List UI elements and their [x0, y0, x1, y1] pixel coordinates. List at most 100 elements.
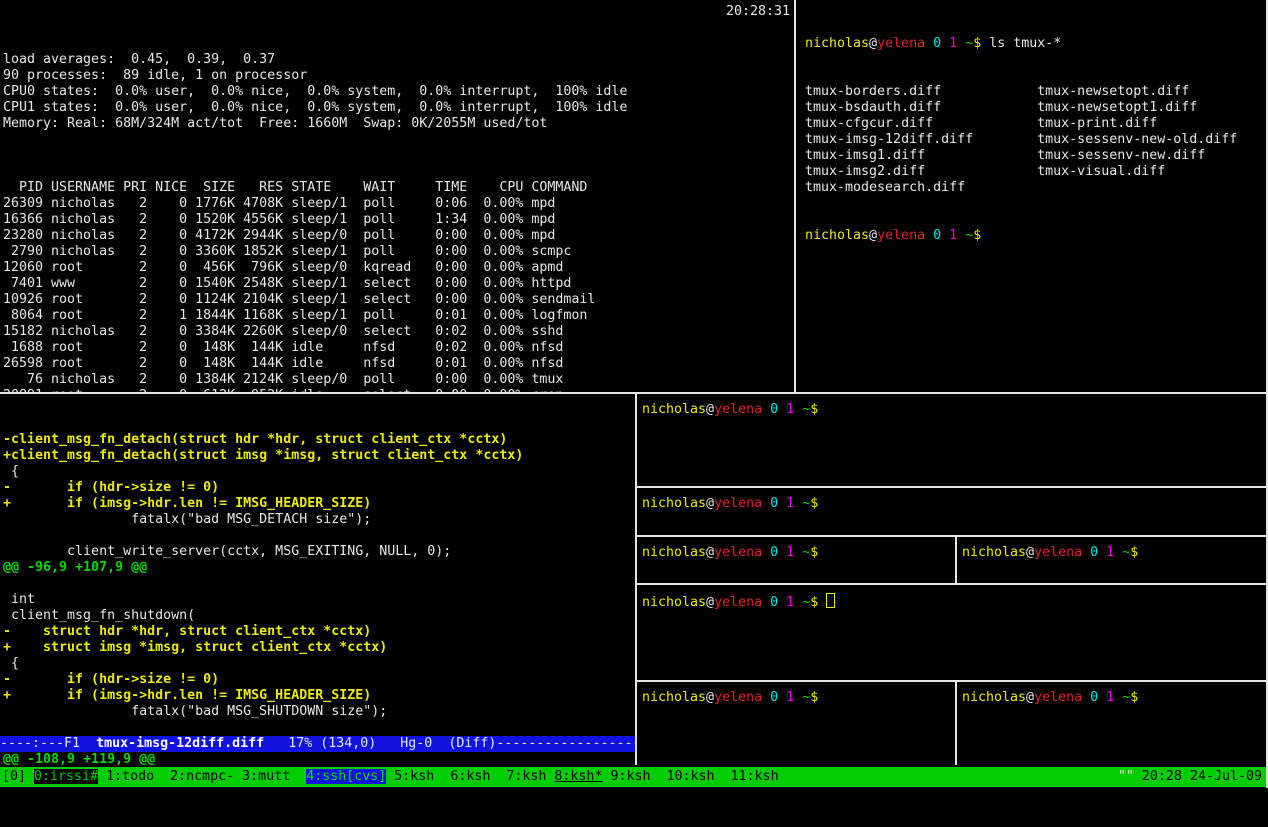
- diff-line-add: + if (imsg->hdr.len != IMSG_HEADER_SIZE): [3, 688, 635, 704]
- at-sign: @: [1026, 690, 1034, 705]
- diff-line-hunk: @@ -108,9 +119,9 @@: [3, 752, 635, 765]
- prompt-history: 1: [786, 690, 794, 705]
- diff-line-del: - struct hdr *hdr, struct client_ctx *cc…: [3, 624, 635, 640]
- window-entry[interactable]: 9:ksh 10:ksh 11:ksh: [602, 769, 778, 784]
- prompt-symbol: $: [810, 402, 818, 417]
- diff-line-blank: [3, 528, 635, 544]
- shell-prompt: nicholas@yelena 0 1 ~$ ls tmux-*: [805, 36, 1061, 51]
- prompt-symbol: $: [810, 690, 818, 705]
- pane-border-right-h2: [637, 535, 1268, 537]
- prompt-cwd: ~: [802, 545, 810, 560]
- prompt-history: 1: [786, 496, 794, 511]
- status-clock-date: 20:28 24-Jul-09: [1134, 769, 1262, 784]
- prompt-history: 1: [949, 36, 957, 51]
- window-entry[interactable]: [0]: [2, 769, 34, 784]
- prompt-symbol: $: [810, 496, 818, 511]
- pane-shell-2[interactable]: nicholas@yelena 0 1 ~$: [637, 488, 1266, 535]
- window-list[interactable]: [0] 0:irssi# 1:todo 2:ncmpc- 3:mutt 4:ss…: [2, 767, 779, 787]
- prompt-history: 1: [786, 595, 794, 610]
- window-entry[interactable]: 5:ksh 6:ksh 7:ksh: [386, 769, 554, 784]
- pane-border-bottom-vertical: [635, 394, 637, 765]
- diff-line-ctx: fatalx("bad MSG_SHUTDOWN size");: [3, 704, 635, 720]
- pane-process-monitor[interactable]: 20:28:31 load averages: 0.45, 0.39, 0.37…: [0, 0, 794, 392]
- prompt-cwd: ~: [1122, 690, 1130, 705]
- prompt-user: nicholas: [962, 690, 1026, 705]
- prompt-history: 1: [1106, 545, 1114, 560]
- diff-line-ctx: fatalx("bad MSG_DETACH size");: [3, 512, 635, 528]
- diff-line-blank: [3, 576, 635, 592]
- ls-output: tmux-borders.diff tmux-newsetopt.diff tm…: [805, 84, 1266, 196]
- prompt-jobs: 0: [1090, 545, 1098, 560]
- status-right: "" 20:28 24-Jul-09: [1118, 767, 1262, 787]
- diff-line-add: +client_msg_fn_detach(struct imsg *imsg,…: [3, 448, 635, 464]
- terminal-cursor: [826, 593, 835, 608]
- at-sign: @: [706, 496, 714, 511]
- prompt-host: yelena: [714, 595, 762, 610]
- diff-line-del: - if (hdr->size != 0): [3, 672, 635, 688]
- prompt-jobs: 0: [770, 545, 778, 560]
- pane-shell-3[interactable]: nicholas@yelena 0 1 ~$: [637, 537, 955, 583]
- at-sign: @: [869, 36, 877, 51]
- diff-line-ctx: client_msg_fn_shutdown(: [3, 608, 635, 624]
- pane-shell-5[interactable]: nicholas@yelena 0 1 ~$: [637, 682, 955, 765]
- mode-line-info: 17% (134,0) Hg-0 (Diff): [264, 736, 496, 751]
- prompt-user: nicholas: [642, 690, 706, 705]
- prompt-user: nicholas: [642, 545, 706, 560]
- window-entry[interactable]: 0:irssi#: [34, 769, 98, 784]
- prompt-host: yelena: [714, 402, 762, 417]
- prompt-cwd: ~: [1122, 545, 1130, 560]
- prompt-cwd: ~: [802, 690, 810, 705]
- pane-shell-ls[interactable]: nicholas@yelena 0 1 ~$ ls tmux-* tmux-bo…: [796, 0, 1266, 392]
- prompt-user: nicholas: [642, 496, 706, 511]
- pane-border-top-vertical: [794, 0, 796, 392]
- prompt-cwd: ~: [802, 595, 810, 610]
- top-summary: load averages: 0.45, 0.39, 0.37 90 proce…: [3, 52, 794, 132]
- prompt-history: 1: [949, 228, 957, 243]
- prompt-host: yelena: [714, 545, 762, 560]
- buffer-name: tmux-imsg-12diff.diff: [96, 736, 264, 751]
- prompt-symbol: $: [810, 595, 818, 610]
- prompt-host: yelena: [877, 36, 925, 51]
- pane-border-right-h3: [637, 583, 1268, 585]
- pane-shell-4[interactable]: nicholas@yelena 0 1 ~$: [957, 537, 1266, 583]
- diff-line-hunk: @@ -96,9 +107,9 @@: [3, 560, 635, 576]
- top-clock: 20:28:31: [726, 4, 790, 20]
- diff-content: -client_msg_fn_detach(struct hdr *hdr, s…: [3, 432, 635, 765]
- prompt-cwd: ~: [802, 402, 810, 417]
- shell-prompt: nicholas@yelena 0 1 ~$: [642, 545, 818, 560]
- at-sign: @: [869, 228, 877, 243]
- at-sign: @: [706, 595, 714, 610]
- prompt-symbol: $: [1130, 690, 1138, 705]
- diff-line-ctx: client_write_server(cctx, MSG_EXITING, N…: [3, 544, 635, 560]
- shell-prompt: nicholas@yelena 0 1 ~$: [642, 402, 818, 417]
- mode-line-prefix: ----:---F1: [0, 736, 96, 751]
- shell-prompt: nicholas@yelena 0 1 ~$: [642, 496, 818, 511]
- mode-line-dashes: ------------------: [496, 736, 635, 751]
- tmux-status-bar: [0] 0:irssi# 1:todo 2:ncmpc- 3:mutt 4:ss…: [0, 767, 1268, 787]
- pane-emacs-diff[interactable]: -client_msg_fn_detach(struct hdr *hdr, s…: [0, 394, 635, 765]
- prompt-cwd: ~: [965, 36, 973, 51]
- prompt-jobs: 0: [770, 595, 778, 610]
- shell-prompt: nicholas@yelena 0 1 ~$: [805, 228, 981, 243]
- at-sign: @: [1026, 545, 1034, 560]
- prompt-jobs: 0: [1090, 690, 1098, 705]
- prompt-symbol: $: [810, 545, 818, 560]
- window-entry[interactable]: 1:todo 2:ncmpc- 3:mutt: [98, 769, 306, 784]
- diff-line-ctx: {: [3, 464, 635, 480]
- at-sign: @: [706, 402, 714, 417]
- shell-prompt: nicholas@yelena 0 1 ~$: [962, 690, 1138, 705]
- prompt-history: 1: [786, 402, 794, 417]
- prompt-user: nicholas: [805, 36, 869, 51]
- pane-shell-1[interactable]: nicholas@yelena 0 1 ~$: [637, 394, 1266, 486]
- status-session-title: "": [1118, 769, 1134, 784]
- window-entry[interactable]: 4:ssh[cvs]: [306, 769, 386, 784]
- prompt-host: yelena: [877, 228, 925, 243]
- at-sign: @: [706, 690, 714, 705]
- pane-shell-6[interactable]: nicholas@yelena 0 1 ~$: [957, 682, 1266, 765]
- emacs-mode-line: ----:---F1 tmux-imsg-12diff.diff 17% (13…: [0, 736, 635, 752]
- shell-prompt: nicholas@yelena 0 1 ~$: [642, 595, 835, 610]
- window-entry[interactable]: 8:ksh*: [554, 769, 602, 784]
- pane-shell-active[interactable]: nicholas@yelena 0 1 ~$: [637, 585, 1266, 680]
- prompt-user: nicholas: [962, 545, 1026, 560]
- prompt-host: yelena: [1034, 690, 1082, 705]
